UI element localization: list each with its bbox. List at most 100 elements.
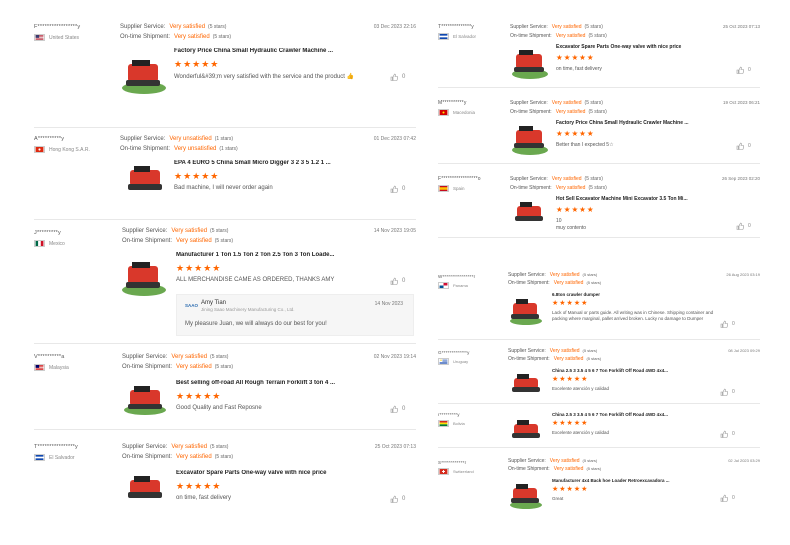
rating-stars: ★★★★★ bbox=[556, 129, 595, 138]
supplier-service-stars: (1 stars) bbox=[214, 136, 234, 142]
product-thumbnail[interactable] bbox=[510, 44, 550, 80]
shipment-row: On-time Shipment: Very satisfied (5 stars) bbox=[508, 466, 601, 472]
product-title[interactable]: Factory Price China Small Hydraulic Craw… bbox=[556, 120, 726, 126]
product-thumbnail[interactable] bbox=[510, 120, 550, 156]
product-title[interactable]: Excavator Spare Parts One-way valve with… bbox=[556, 44, 726, 50]
supplier-service-label: Supplier Service: bbox=[122, 444, 168, 450]
like-count: 0 bbox=[748, 223, 751, 229]
review-date: 01 Dec 2023 07:42 bbox=[373, 136, 416, 142]
like-button[interactable]: 0 bbox=[390, 185, 405, 193]
product-thumbnail[interactable] bbox=[122, 380, 168, 416]
reviewer-country: Bolivia bbox=[438, 420, 465, 427]
product-title[interactable]: China 2.5 3 3.5 4 5 6 7 Ton Forklift Off… bbox=[552, 368, 722, 373]
supplier-service-row: Supplier Service: Very satisfied (5 stars) bbox=[508, 272, 597, 278]
country-label: Spain bbox=[453, 186, 465, 191]
supplier-service-row: Supplier Service: Very satisfied (5 stars) bbox=[508, 458, 597, 464]
shipment-row: On-time Shipment: Very satisfied (5 stars) bbox=[510, 109, 607, 115]
like-button[interactable]: 0 bbox=[390, 405, 405, 413]
product-title[interactable]: Factory Price China Small Hydraulic Craw… bbox=[174, 48, 374, 54]
like-count: 0 bbox=[402, 406, 406, 412]
product-title[interactable]: China 2.5 3 3.5 4 5 6 7 Ton Forklift Off… bbox=[552, 412, 722, 417]
supplier-service-value: Very satisfied bbox=[549, 348, 580, 354]
product-thumbnail[interactable] bbox=[120, 50, 168, 94]
shipment-row: On-time Shipment: Very satisfied (5 stars) bbox=[122, 238, 233, 244]
shipment-value: Very satisfied bbox=[176, 454, 212, 460]
rating-stars: ★★★★★ bbox=[552, 486, 589, 493]
shipment-value: Very satisfied bbox=[174, 34, 210, 40]
shipment-row: On-time Shipment: Very satisfied (5 stars) bbox=[508, 280, 601, 286]
review-date: 25 Oct 2023 07:13 bbox=[374, 444, 416, 450]
like-button[interactable]: 0 bbox=[736, 66, 751, 74]
shipment-stars: (5 stars) bbox=[586, 466, 602, 471]
supplier-service-value: Very satisfied bbox=[171, 444, 208, 450]
supplier-service-label: Supplier Service: bbox=[122, 228, 168, 234]
thumbs-up-icon bbox=[736, 66, 744, 74]
supplier-service-label: Supplier Service: bbox=[510, 176, 548, 182]
reviewer-name: W****************r bbox=[438, 274, 476, 279]
product-thumbnail[interactable] bbox=[510, 416, 544, 442]
review-card: T****************y El Salvador Supplier … bbox=[34, 442, 416, 516]
product-title[interactable]: 6.8ton crawler dumper bbox=[552, 292, 722, 297]
country-label: United States bbox=[49, 34, 80, 41]
like-button[interactable]: 0 bbox=[390, 495, 405, 503]
reviewer-country: Panama bbox=[438, 282, 468, 289]
like-button[interactable]: 0 bbox=[720, 388, 735, 396]
flag-mk-icon bbox=[438, 109, 449, 116]
like-button[interactable]: 0 bbox=[736, 222, 751, 230]
review-date: 02 Jul 2023 03:29 bbox=[728, 458, 760, 463]
country-label: Bolivia bbox=[453, 421, 465, 426]
like-button[interactable]: 0 bbox=[720, 494, 735, 502]
product-thumbnail[interactable] bbox=[120, 252, 168, 296]
reviewer-country: Hong Kong S.A.R. bbox=[34, 146, 90, 153]
like-button[interactable]: 0 bbox=[390, 73, 405, 81]
thumbs-up-icon bbox=[720, 388, 728, 396]
reply-author: Amy Tian bbox=[201, 300, 227, 306]
shipment-label: On-time Shipment: bbox=[120, 34, 171, 40]
like-button[interactable]: 0 bbox=[720, 320, 735, 328]
review-card: T**************y El Salvador Supplier Se… bbox=[438, 22, 760, 88]
supplier-service-value: Very unsatisfied bbox=[169, 136, 212, 142]
thumbs-up-icon bbox=[736, 222, 744, 230]
product-title[interactable]: Manufacturer 1 Ton 1.5 Ton 2 Ton 2.5 Ton… bbox=[176, 252, 376, 258]
shipment-stars: (5 stars) bbox=[212, 34, 232, 40]
review-comment: Bad machine, I will never order again bbox=[174, 185, 273, 191]
shipment-row: On-time Shipment: Very unsatisfied (1 star… bbox=[120, 146, 238, 152]
review-comment: Lack of Manual or parts guide. All writi… bbox=[552, 310, 714, 321]
flag-my-icon bbox=[34, 364, 45, 371]
shipment-value: Very unsatisfied bbox=[174, 146, 217, 152]
rating-stars: ★★★★★ bbox=[176, 391, 222, 401]
shipment-stars: (5 stars) bbox=[586, 280, 602, 285]
supplier-service-label: Supplier Service: bbox=[508, 348, 546, 354]
product-title[interactable]: Manufacturer 4x4 Back hoe Loader Retroex… bbox=[552, 478, 722, 483]
review-date: 25 Oct 2023 07:13 bbox=[722, 24, 760, 29]
like-button[interactable]: 0 bbox=[720, 430, 735, 438]
product-title[interactable]: Best selling off-road All Rough Terrain … bbox=[176, 380, 376, 386]
review-card: G*************y Uruguay Supplier Service… bbox=[438, 348, 760, 404]
like-button[interactable]: 0 bbox=[736, 142, 751, 150]
product-thumbnail[interactable] bbox=[508, 294, 544, 326]
shipment-stars: (5 stars) bbox=[586, 356, 602, 361]
product-title[interactable]: Hot Sell Excavator Machine Mini Excavato… bbox=[556, 196, 726, 202]
product-thumbnail[interactable] bbox=[124, 472, 168, 502]
product-title[interactable]: Excavator Spare Parts One-way valve with… bbox=[176, 470, 376, 476]
thumbs-up-icon bbox=[720, 494, 728, 502]
rating-stars: ★★★★★ bbox=[552, 300, 589, 307]
product-thumbnail[interactable] bbox=[512, 198, 548, 226]
supplier-service-stars: (5 stars) bbox=[210, 444, 229, 450]
like-count: 0 bbox=[402, 496, 406, 502]
like-button[interactable]: 0 bbox=[390, 277, 405, 285]
review-comment: Excelente atención y calidad bbox=[552, 430, 610, 435]
reviewer-name: J*********y bbox=[34, 230, 61, 236]
product-thumbnail[interactable] bbox=[508, 480, 544, 510]
supplier-service-stars: (5 stars) bbox=[582, 458, 598, 463]
review-card: A**********y Hong Kong S.A.R. Supplier S… bbox=[34, 134, 416, 220]
shipment-label: On-time Shipment: bbox=[508, 280, 550, 286]
supplier-service-stars: (5 stars) bbox=[208, 24, 227, 30]
product-title[interactable]: EPA 4 EURO 5 China Small Micro Digger 3 … bbox=[174, 160, 374, 166]
supplier-service-value: Very satisfied bbox=[171, 354, 208, 360]
product-thumbnail[interactable] bbox=[510, 370, 544, 396]
shipment-label: On-time Shipment: bbox=[508, 356, 550, 362]
review-comment: Better than I expected 5☆ bbox=[556, 142, 614, 148]
flag-sv-icon bbox=[438, 33, 449, 40]
product-thumbnail[interactable] bbox=[124, 162, 168, 196]
